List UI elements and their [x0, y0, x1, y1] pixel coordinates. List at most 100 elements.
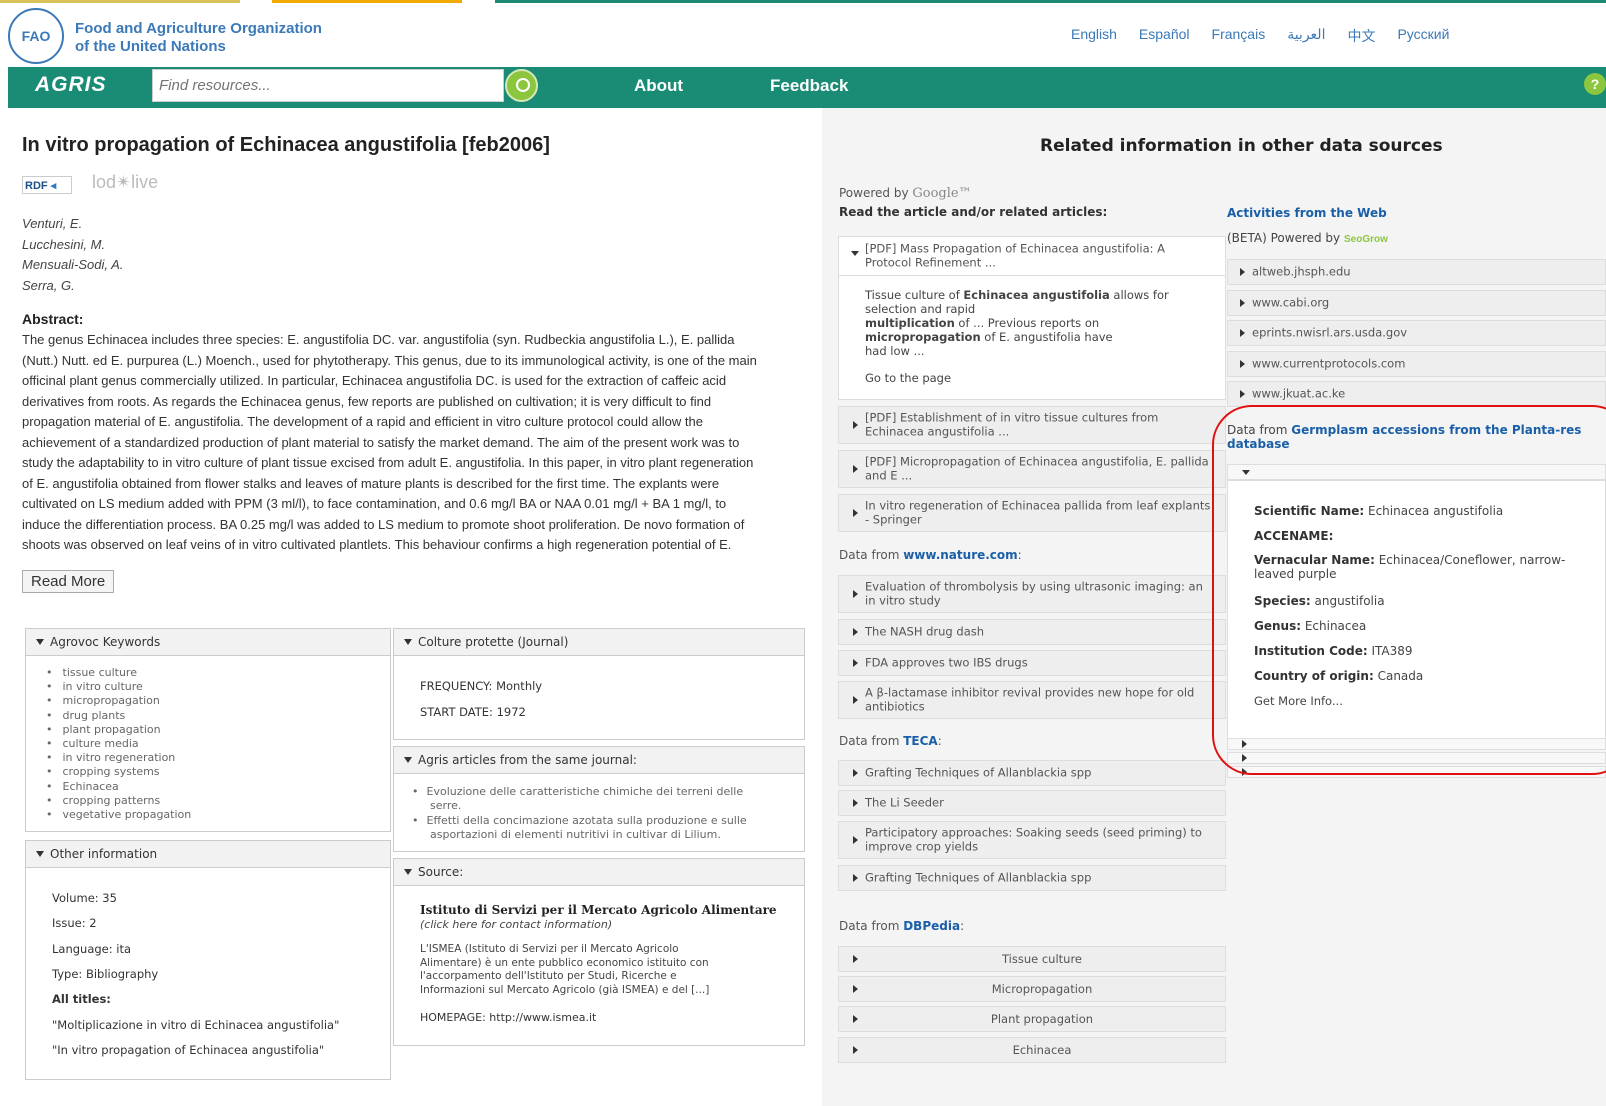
chevron-right-icon: [853, 1015, 858, 1023]
chevron-down-icon: [404, 757, 412, 763]
teca-link[interactable]: TECA: [903, 734, 937, 748]
language: Language: ita: [52, 942, 132, 956]
keyword-item[interactable]: cropping systems: [46, 765, 390, 779]
search-icon[interactable]: [505, 69, 538, 102]
web-activity-item[interactable]: eprints.nwisrl.ars.usda.gov: [1227, 320, 1606, 346]
dbpedia-section-label: Data from DBPedia:: [839, 919, 965, 933]
google-result-item[interactable]: [PDF] Establishment of in vitro tissue c…: [838, 406, 1226, 444]
activities-web-title[interactable]: Activities from the Web: [1227, 206, 1387, 220]
google-result-snippet: Tissue culture of Echinacea angustifolia…: [838, 276, 1226, 400]
keyword-item[interactable]: micropropagation: [46, 694, 390, 708]
go-to-page-link[interactable]: Go to the page: [865, 371, 1199, 385]
chevron-right-icon: [853, 955, 858, 963]
google-result-item[interactable]: [PDF] Micropropagation of Echinacea angu…: [838, 450, 1226, 488]
keyword-item[interactable]: in vitro culture: [46, 680, 390, 694]
agris-logo[interactable]: AGRIS: [35, 73, 107, 97]
highlight-annotation: [1212, 405, 1606, 775]
fao-logo-icon[interactable]: FAO: [8, 8, 64, 64]
read-more-button[interactable]: Read More: [22, 570, 115, 593]
author[interactable]: Serra, G.: [22, 276, 123, 297]
nature-result-item[interactable]: A β-lactamase inhibitor revival provides…: [838, 681, 1226, 719]
journal-article-item[interactable]: • Effetti della concimazione azotata sull…: [412, 814, 747, 842]
other-info-header[interactable]: Other information: [26, 841, 390, 868]
author[interactable]: Mensuali-Sodi, A.: [22, 255, 123, 276]
lang-arabic[interactable]: العربية: [1287, 26, 1325, 46]
nature-result-item[interactable]: The NASH drug dash: [838, 619, 1226, 645]
agrovoc-header[interactable]: Agrovoc Keywords: [26, 629, 390, 656]
dbpedia-result-item[interactable]: Plant propagation: [838, 1006, 1226, 1032]
chevron-right-icon: [853, 659, 858, 667]
source-homepage[interactable]: HOMEPAGE: http://www.ismea.it: [420, 1011, 596, 1024]
web-activity-item[interactable]: www.jkuat.ac.ke: [1227, 381, 1606, 407]
same-journal-header[interactable]: Agris articles from the same journal:: [394, 747, 804, 774]
chevron-right-icon: [853, 799, 858, 807]
lang-spanish[interactable]: Español: [1139, 26, 1190, 46]
abstract-line: officinal plant genus commercially utili…: [22, 373, 727, 388]
abstract-line: (Nutt.) Nutt. ed E. purpurea (L.) Moench…: [22, 352, 757, 368]
journal-start-date: START DATE: 1972: [420, 705, 526, 719]
source-panel: Source: Istituto di Servizi per il Merca…: [393, 858, 805, 1046]
lodlive-icon[interactable]: lod✴live: [92, 172, 158, 193]
dbpedia-result-item[interactable]: Echinacea: [838, 1037, 1226, 1063]
abstract-line: of E. angustifolia obtained from flower …: [22, 475, 720, 491]
agrovoc-keywords-panel: Agrovoc Keywords tissue culture in vitro…: [25, 628, 391, 832]
journal-header[interactable]: Colture protette (Journal): [394, 629, 804, 656]
lang-russian[interactable]: Русский: [1397, 26, 1449, 46]
chevron-down-icon: [851, 251, 859, 256]
contact-link[interactable]: (click here for contact information): [420, 918, 612, 931]
beta-powered-by: (BETA) Powered by SeoGrow: [1227, 231, 1388, 245]
author[interactable]: Lucchesini, M.: [22, 235, 123, 256]
teca-result-item[interactable]: Participatory approaches: Soaking seeds …: [838, 821, 1226, 859]
same-journal-panel: Agris articles from the same journal: • E…: [393, 746, 805, 852]
teca-result-item[interactable]: Grafting Techniques of Allanblackia spp: [838, 865, 1226, 891]
dbpedia-result-item[interactable]: Micropropagation: [838, 976, 1226, 1002]
nature-result-item[interactable]: Evaluation of thrombolysis by using ultr…: [838, 575, 1226, 613]
chevron-down-icon: [36, 639, 44, 645]
organization-name[interactable]: Food and Agriculture Organization of the…: [75, 20, 322, 56]
nature-section-label: Data from www.nature.com:: [839, 548, 1022, 562]
nature-link[interactable]: www.nature.com: [903, 548, 1017, 562]
abstract-line: cultivated on LS medium added with PPM (…: [22, 496, 727, 511]
web-activity-item[interactable]: www.cabi.org: [1227, 290, 1606, 316]
abstract-text: The genus Echinacea includes three speci…: [22, 330, 810, 556]
teca-section-label: Data from TECA:: [839, 734, 942, 748]
google-logo: Google™: [912, 186, 972, 201]
author[interactable]: Venturi, E.: [22, 214, 123, 235]
nav-about-link[interactable]: About: [634, 76, 683, 96]
title-item: "Moltiplicazione in vitro di Echinacea a…: [52, 1018, 340, 1032]
abstract-line: shoots was observed on leaf veins of in …: [22, 537, 732, 552]
top-color-strip: [0, 0, 1606, 3]
chevron-right-icon: [853, 628, 858, 636]
type: Type: Bibliography: [52, 967, 159, 981]
keyword-item[interactable]: plant propagation: [46, 723, 390, 737]
chevron-right-icon: [1240, 360, 1245, 368]
chevron-right-icon: [853, 874, 858, 882]
keyword-item[interactable]: vegetative propagation: [46, 808, 390, 822]
nature-result-item[interactable]: FDA approves two IBS drugs: [838, 650, 1226, 676]
google-result-item[interactable]: [PDF] Mass Propagation of Echinacea angu…: [838, 236, 1226, 276]
nav-feedback-link[interactable]: Feedback: [770, 76, 848, 96]
keyword-item[interactable]: tissue culture: [46, 666, 390, 680]
journal-article-item[interactable]: • Evoluzione delle caratteristiche chimic…: [412, 785, 743, 813]
teca-result-item[interactable]: Grafting Techniques of Allanblackia spp: [838, 760, 1226, 786]
web-activity-item[interactable]: www.currentprotocols.com: [1227, 351, 1606, 377]
google-result-item[interactable]: In vitro regeneration of Echinacea palli…: [838, 494, 1226, 532]
teca-result-item[interactable]: The Li Seeder: [838, 790, 1226, 816]
keyword-item[interactable]: in vitro regeneration: [46, 751, 390, 765]
lang-chinese[interactable]: 中文: [1347, 26, 1375, 46]
keyword-item[interactable]: drug plants: [46, 709, 390, 723]
search-input[interactable]: [152, 69, 504, 102]
source-header[interactable]: Source:: [394, 859, 804, 886]
chevron-right-icon: [853, 696, 858, 704]
lang-english[interactable]: English: [1071, 26, 1117, 46]
keyword-item[interactable]: cropping patterns: [46, 794, 390, 808]
web-activity-item[interactable]: altweb.jhsph.edu: [1227, 259, 1606, 285]
dbpedia-link[interactable]: DBPedia: [903, 919, 960, 933]
lang-french[interactable]: Français: [1212, 26, 1266, 46]
rdf-icon[interactable]: RDF ◂: [22, 176, 72, 194]
keyword-item[interactable]: culture media: [46, 737, 390, 751]
help-icon[interactable]: ?: [1584, 73, 1606, 95]
page-title: In vitro propagation of Echinacea angust…: [22, 134, 550, 156]
dbpedia-result-item[interactable]: Tissue culture: [838, 946, 1226, 972]
keyword-item[interactable]: Echinacea: [46, 780, 390, 794]
